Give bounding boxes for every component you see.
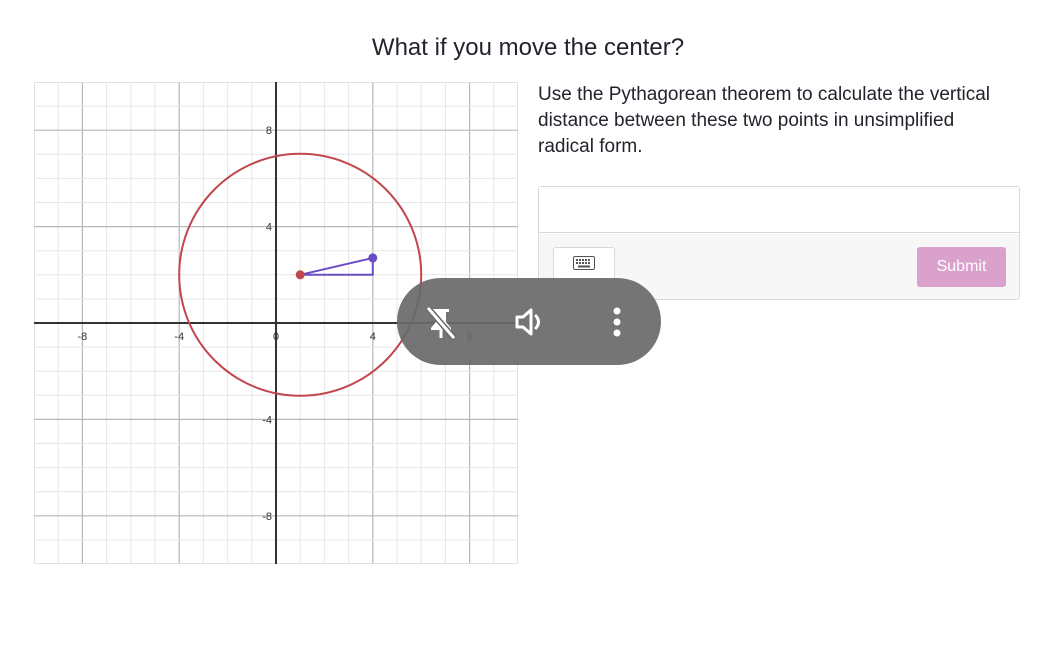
exercise-page: What if you move the center? -8-404884-4… (0, 0, 1046, 668)
pin-off-icon[interactable] (417, 298, 465, 346)
y-tick-label: -8 (262, 511, 272, 523)
x-tick-label: 4 (370, 331, 376, 343)
page-title: What if you move the center? (371, 34, 685, 61)
keyboard-icon (573, 255, 595, 275)
x-tick-label: 0 (273, 331, 279, 343)
draggable-point (368, 253, 378, 263)
volume-icon[interactable] (505, 298, 553, 346)
submit-button[interactable]: Submit (917, 247, 1006, 287)
more-vertical-icon[interactable] (593, 298, 641, 346)
y-tick-label: -4 (262, 414, 272, 426)
video-controls-overlay (397, 278, 661, 365)
x-tick-label: -4 (174, 331, 184, 343)
y-tick-label: 4 (266, 222, 272, 234)
question-prompt: Use the Pythagorean theorem to calculate… (538, 84, 991, 157)
y-tick-label: 8 (266, 125, 272, 137)
x-tick-label: -8 (78, 331, 88, 343)
center-point (295, 270, 305, 280)
answer-input[interactable] (539, 187, 1019, 233)
